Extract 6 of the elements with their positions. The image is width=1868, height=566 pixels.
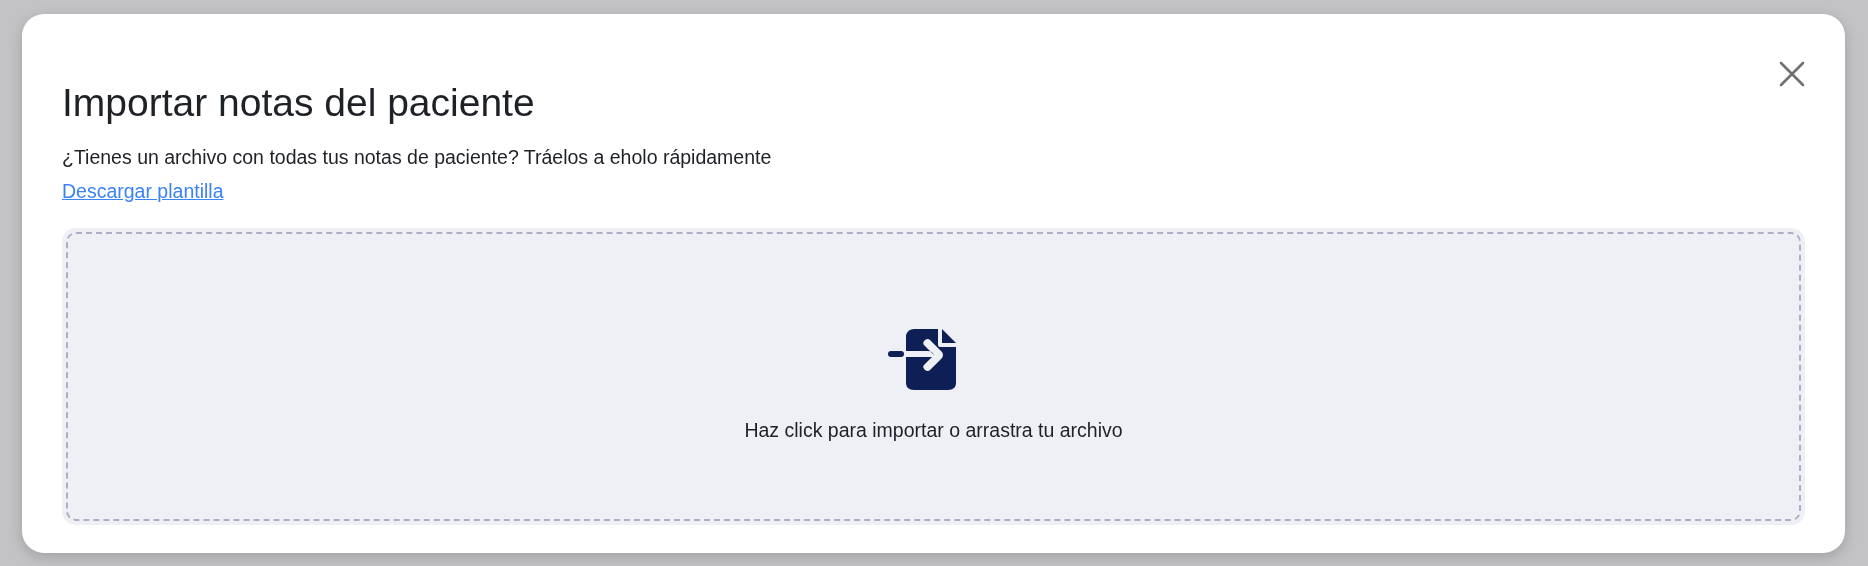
dialog-description: ¿Tienes un archivo con todas tus notas de paciente? Tráelos a eholo rápidamente xyxy=(62,145,773,170)
dialog-title: Importar notas del paciente xyxy=(62,80,535,126)
file-dropzone[interactable]: Haz click para importar o arrastra tu archivo xyxy=(62,228,1805,525)
close-button[interactable] xyxy=(1779,61,1805,87)
dropzone-label: Haz click para importar o arrastra tu archivo xyxy=(744,419,1123,442)
download-template-link[interactable]: Descargar plantilla xyxy=(62,178,224,204)
